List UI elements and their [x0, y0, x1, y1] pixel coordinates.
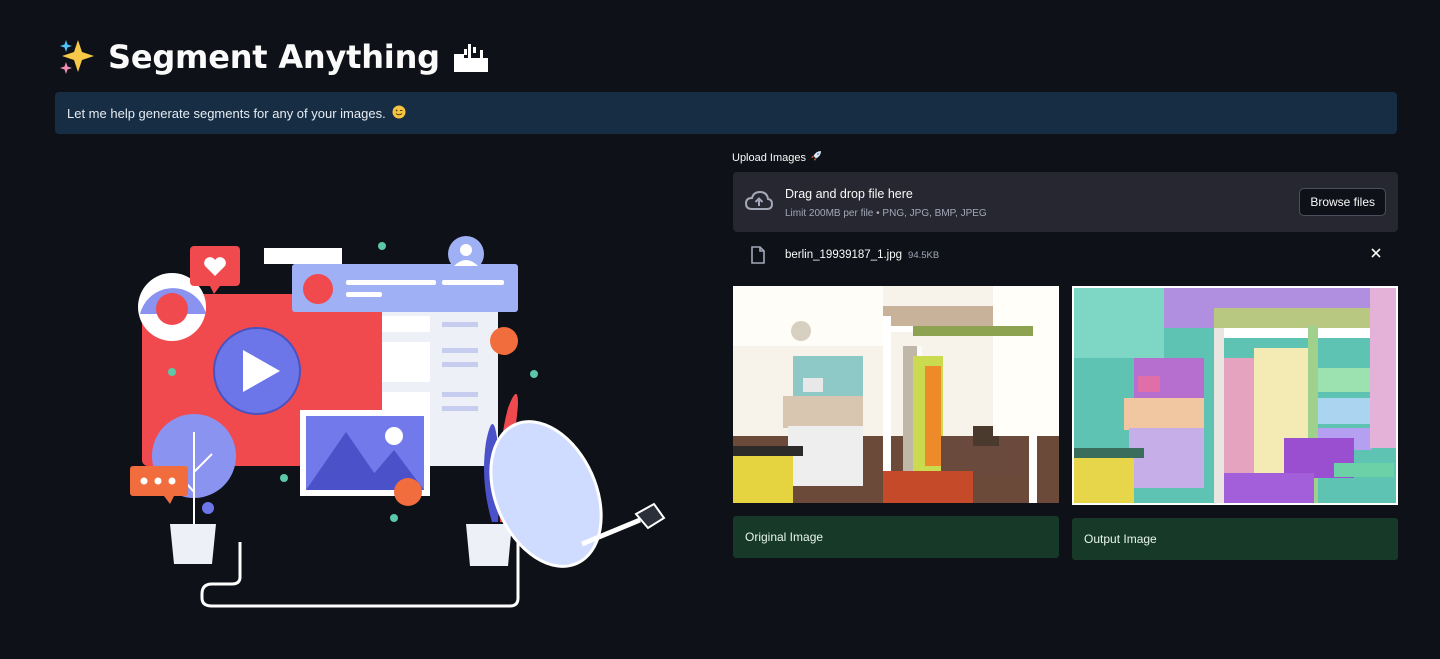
file-name-text: berlin_19939187_1.jpg [785, 249, 903, 261]
original-image-caption: Original Image [733, 516, 1059, 558]
dropzone-title: Drag and drop file here [785, 187, 913, 201]
file-size: 94.5KB [908, 250, 940, 261]
page-title-text: Segment Anything [108, 38, 440, 76]
wink-face-icon [392, 105, 406, 122]
file-name: berlin_19939187_1.jpg 94.5KB [785, 249, 939, 261]
uploader-label: Upload Images [732, 150, 822, 165]
dropzone-subtitle: Limit 200MB per file • PNG, JPG, BMP, JP… [785, 208, 987, 219]
uploaded-file-item: berlin_19939187_1.jpg 94.5KB [733, 240, 1398, 270]
page-title: Segment Anything [58, 38, 490, 76]
file-dropzone[interactable]: Drag and drop file here Limit 200MB per … [733, 172, 1398, 232]
desert-landscape-icon [452, 40, 490, 74]
remove-file-icon[interactable] [1370, 246, 1382, 264]
output-segmented-image [1072, 286, 1398, 505]
file-icon [751, 246, 765, 269]
cloud-upload-icon [744, 190, 774, 217]
info-alert: Let me help generate segments for any of… [55, 92, 1397, 134]
media-illustration [130, 236, 666, 608]
sparkles-icon [58, 38, 96, 76]
output-image-caption: Output Image [1072, 518, 1398, 560]
original-image [733, 286, 1059, 503]
browse-files-button[interactable]: Browse files [1299, 188, 1386, 216]
info-message: Let me help generate segments for any of… [67, 105, 386, 121]
rocket-icon [810, 150, 822, 165]
uploader-label-text: Upload Images [732, 151, 806, 164]
